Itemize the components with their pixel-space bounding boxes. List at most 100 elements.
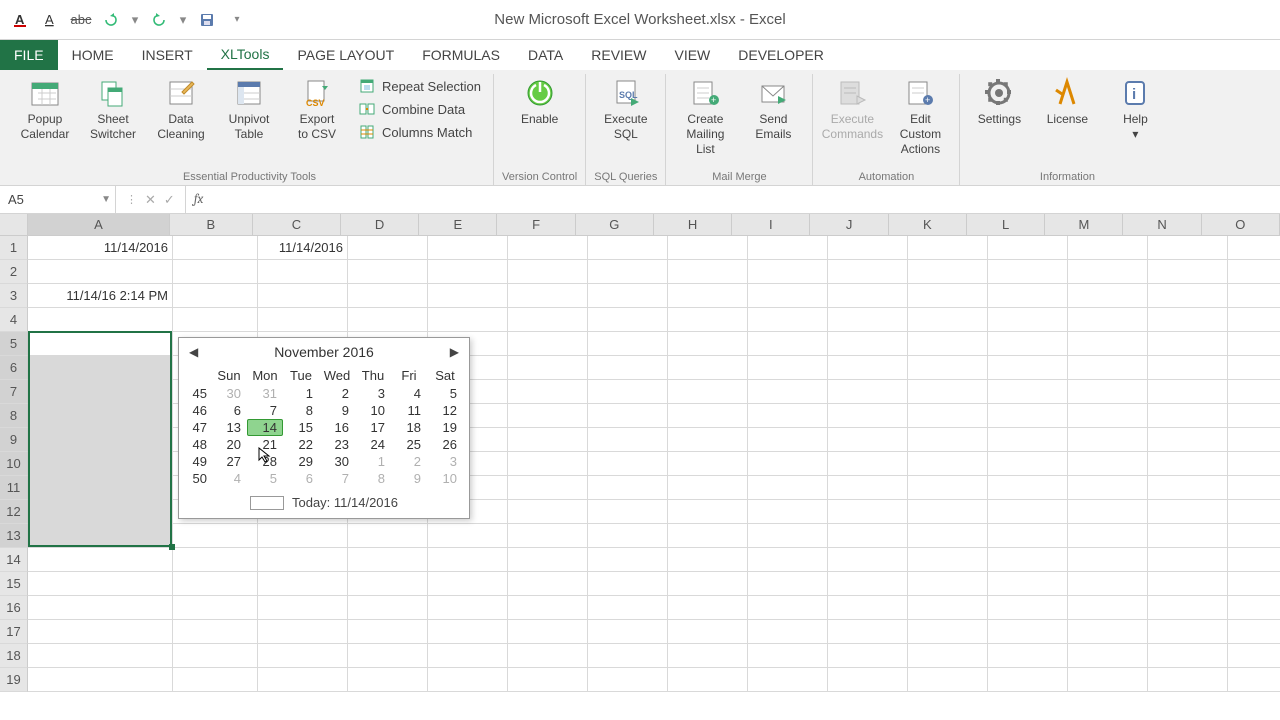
cell[interactable]: [828, 524, 908, 548]
cell[interactable]: [988, 572, 1068, 596]
calendar-day[interactable]: 9: [391, 470, 427, 487]
cell[interactable]: [1068, 284, 1148, 308]
cell[interactable]: [1068, 452, 1148, 476]
cell[interactable]: [1228, 524, 1280, 548]
cell[interactable]: [588, 476, 668, 500]
cell[interactable]: [428, 260, 508, 284]
row-header[interactable]: 7: [0, 380, 28, 404]
formula-input[interactable]: fx: [186, 186, 1280, 213]
calendar-day[interactable]: 17: [355, 419, 391, 436]
cell[interactable]: [988, 644, 1068, 668]
cell[interactable]: [1068, 404, 1148, 428]
cell[interactable]: [748, 668, 828, 692]
calendar-day[interactable]: 5: [247, 470, 283, 487]
calendar-day[interactable]: 16: [319, 419, 355, 436]
cell[interactable]: [1068, 644, 1148, 668]
cell[interactable]: [908, 668, 988, 692]
cell[interactable]: 11/14/16 2:14 PM: [28, 284, 173, 308]
cell[interactable]: [1068, 476, 1148, 500]
cell[interactable]: [1228, 620, 1280, 644]
cell[interactable]: [28, 644, 173, 668]
cell[interactable]: [28, 524, 173, 548]
cell[interactable]: [668, 500, 748, 524]
calendar-day[interactable]: 24: [355, 436, 391, 453]
column-header[interactable]: A: [28, 214, 170, 236]
cancel-icon[interactable]: ✕: [145, 192, 156, 208]
cell[interactable]: [828, 404, 908, 428]
cell[interactable]: [828, 572, 908, 596]
row-header[interactable]: 12: [0, 500, 28, 524]
cell[interactable]: [508, 284, 588, 308]
undo-icon[interactable]: [100, 9, 122, 31]
row-header[interactable]: 19: [0, 668, 28, 692]
cell[interactable]: [988, 668, 1068, 692]
cell[interactable]: [908, 452, 988, 476]
tab-insert[interactable]: INSERT: [128, 40, 207, 70]
cell[interactable]: [668, 332, 748, 356]
cell[interactable]: [908, 548, 988, 572]
cell[interactable]: [428, 668, 508, 692]
cell[interactable]: [28, 356, 173, 380]
column-header[interactable]: E: [419, 214, 497, 236]
mailing-button[interactable]: +CreateMailing List: [674, 74, 736, 157]
cell[interactable]: [588, 500, 668, 524]
cell[interactable]: [828, 380, 908, 404]
cell[interactable]: [748, 308, 828, 332]
cell[interactable]: [348, 284, 428, 308]
cell[interactable]: [508, 260, 588, 284]
cell[interactable]: [1148, 548, 1228, 572]
cell[interactable]: [28, 428, 173, 452]
cell[interactable]: [1068, 380, 1148, 404]
cell[interactable]: [668, 404, 748, 428]
calendar-next-icon[interactable]: ▶: [450, 345, 459, 359]
cell[interactable]: [1148, 380, 1228, 404]
cell[interactable]: [828, 596, 908, 620]
calendar-month-title[interactable]: November 2016: [274, 344, 374, 360]
calendar-prev-icon[interactable]: ◀: [189, 345, 198, 359]
cell[interactable]: [828, 644, 908, 668]
cell[interactable]: [748, 260, 828, 284]
cell[interactable]: [828, 476, 908, 500]
cell[interactable]: [348, 644, 428, 668]
tab-file[interactable]: FILE: [0, 40, 58, 70]
calendar-day[interactable]: 18: [391, 419, 427, 436]
cell[interactable]: [1228, 572, 1280, 596]
column-header[interactable]: H: [654, 214, 732, 236]
cell[interactable]: [1228, 332, 1280, 356]
cell[interactable]: [588, 308, 668, 332]
enable-button[interactable]: Enable: [509, 74, 571, 127]
cell[interactable]: [508, 452, 588, 476]
cell[interactable]: [908, 524, 988, 548]
cell[interactable]: 11/14/2016: [28, 236, 173, 260]
calendar-day[interactable]: 30: [319, 453, 355, 470]
cell[interactable]: [988, 260, 1068, 284]
cell[interactable]: [428, 236, 508, 260]
calendar-day[interactable]: 11: [391, 402, 427, 419]
cell[interactable]: [1228, 308, 1280, 332]
calendar-day[interactable]: 12: [427, 402, 463, 419]
cell[interactable]: [28, 404, 173, 428]
cell[interactable]: [173, 620, 258, 644]
cell[interactable]: [428, 284, 508, 308]
cell[interactable]: [668, 644, 748, 668]
cell[interactable]: [508, 404, 588, 428]
calendar-day[interactable]: 13: [211, 419, 247, 436]
cell[interactable]: [28, 572, 173, 596]
cell[interactable]: [1068, 260, 1148, 284]
cell[interactable]: [988, 308, 1068, 332]
calendar-day[interactable]: 8: [355, 470, 391, 487]
cell[interactable]: [908, 404, 988, 428]
column-header[interactable]: N: [1123, 214, 1201, 236]
cell[interactable]: [1228, 668, 1280, 692]
row-header[interactable]: 6: [0, 356, 28, 380]
cell[interactable]: [258, 260, 348, 284]
cell[interactable]: [988, 404, 1068, 428]
row-header[interactable]: 16: [0, 596, 28, 620]
cell[interactable]: [508, 524, 588, 548]
cell[interactable]: [173, 644, 258, 668]
cell[interactable]: [1228, 260, 1280, 284]
cell[interactable]: [1148, 332, 1228, 356]
tab-developer[interactable]: DEVELOPER: [724, 40, 838, 70]
cell[interactable]: [1228, 356, 1280, 380]
cell[interactable]: [988, 524, 1068, 548]
